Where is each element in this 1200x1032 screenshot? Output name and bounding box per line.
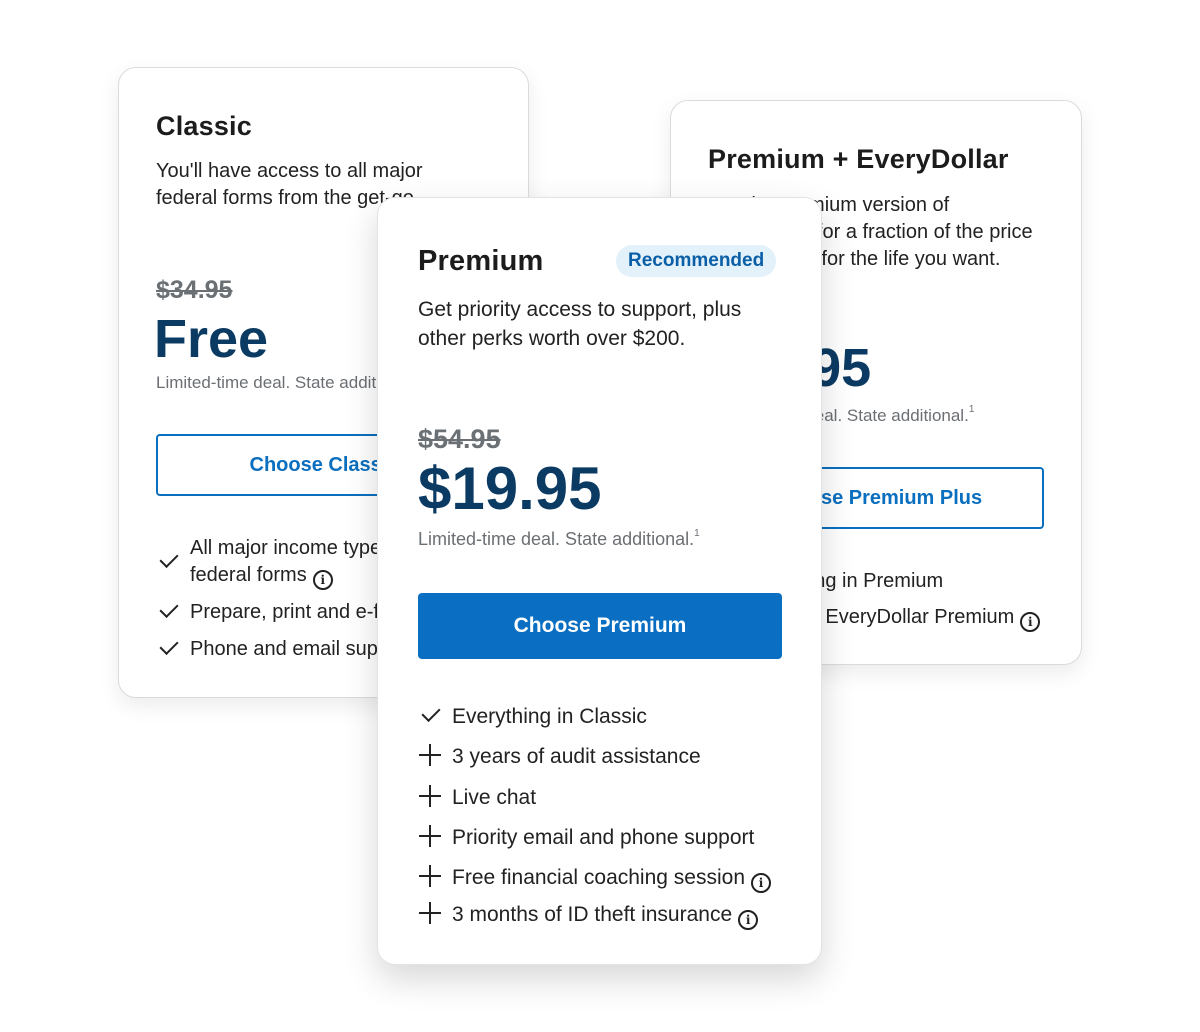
feature-item: Free financial coaching session i [418, 864, 771, 893]
feature-item: Phone and email support [156, 636, 412, 663]
current-price: $19.95 [418, 455, 602, 522]
info-icon[interactable]: i [312, 570, 333, 590]
plus-icon [418, 864, 442, 888]
feature-item: Live chat [418, 784, 536, 811]
feature-item: Prepare, print and e-file [156, 599, 399, 626]
choose-premium-button[interactable]: Choose Premium [418, 593, 782, 659]
feature-label: Free financial coaching session [452, 866, 745, 889]
feature-label: Everything in Classic [452, 705, 647, 728]
check-icon [156, 599, 180, 623]
recommended-badge: Recommended [616, 245, 777, 277]
feature-label: 3 months of ID theft insurance [452, 903, 733, 926]
check-icon [156, 636, 180, 660]
plan-title: Premium + EveryDollar [708, 144, 1009, 174]
plan-title: Classic [156, 111, 252, 141]
feature-item: Priority email and phone support [418, 824, 754, 851]
premium-plan-card: Premium Recommended Get priority access … [377, 197, 822, 965]
original-price: $54.95 [418, 424, 501, 454]
plus-icon [418, 784, 442, 808]
feature-label: Prepare, print and e-file [190, 601, 400, 623]
plan-title: Premium [418, 245, 544, 277]
feature-label: 3 years of audit assistance [452, 745, 701, 768]
plus-icon [418, 824, 442, 848]
feature-label: Live chat [452, 786, 537, 809]
feature-item: Everything in Classic [418, 703, 647, 730]
plan-description: Get priority access to support, plus oth… [418, 298, 742, 350]
feature-item: 3 years of audit assistance [418, 743, 701, 770]
plus-icon [418, 901, 442, 925]
info-icon[interactable]: i [1020, 612, 1041, 632]
feature-label: federal forms [190, 564, 307, 586]
feature-label: Priority email and phone support [452, 826, 755, 849]
plus-icon [418, 743, 442, 767]
info-icon[interactable]: i [738, 910, 759, 930]
original-price: $34.95 [156, 276, 233, 304]
info-icon[interactable]: i [751, 873, 771, 893]
check-icon [156, 549, 180, 573]
check-icon [418, 703, 442, 727]
feature-item: 3 months of ID theft insurance i [418, 901, 759, 930]
current-price: Free [154, 309, 269, 369]
deal-note: Limited-time deal. State additional.1 [418, 528, 700, 549]
